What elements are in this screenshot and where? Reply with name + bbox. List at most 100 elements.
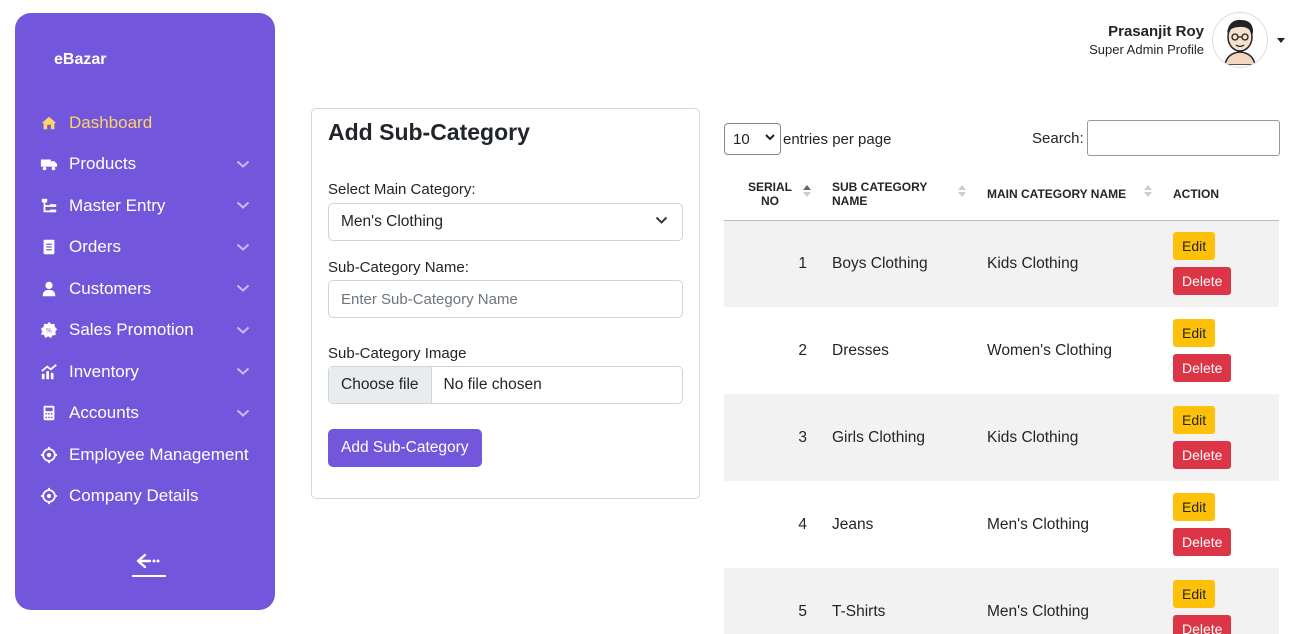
sort-icon [1144, 185, 1152, 197]
entries-control: 10 entries per page [724, 123, 891, 155]
sidebar-item-employee-management[interactable]: Employee Management [15, 434, 275, 476]
header-serial-label: Serial No [747, 179, 792, 208]
image-label: Sub-Category Image [328, 345, 467, 362]
chevron-down-icon [655, 216, 668, 224]
cell-sub-category: Jeans [832, 515, 874, 533]
brand-logo[interactable]: eBazar [54, 51, 106, 69]
sub-category-image-input[interactable]: Choose file No file chosen [328, 366, 683, 404]
sidebar-item-orders[interactable]: Orders [15, 227, 275, 269]
home-icon [39, 113, 59, 133]
sidebar-item-label: Accounts [69, 403, 139, 423]
cell-action: Edit Delete [1160, 307, 1279, 394]
chevron-down-icon [235, 198, 251, 214]
sidebar-item-label: Orders [69, 237, 121, 257]
column-header-main-category[interactable]: Main Category Name [974, 168, 1160, 221]
hierarchy-icon [39, 196, 59, 216]
main-category-label: Select Main Category: [328, 181, 476, 198]
cell-main-category: Women's Clothing [987, 341, 1113, 359]
user-profile[interactable]: Prasanjit Roy Super Admin Profile [1089, 12, 1286, 68]
collapse-sidebar-button[interactable] [131, 553, 167, 579]
profile-role: Super Admin Profile [1089, 42, 1204, 57]
sidebar-item-accounts[interactable]: Accounts [15, 393, 275, 435]
sidebar-item-dashboard[interactable]: Dashboard [15, 102, 275, 144]
delete-button[interactable]: Delete [1173, 615, 1232, 634]
chevron-down-icon [235, 281, 251, 297]
add-subcategory-button[interactable]: Add Sub-Category [328, 429, 482, 467]
cell-action: Edit Delete [1160, 481, 1279, 568]
truck-icon [39, 154, 59, 174]
subcategory-table: Serial No Sub Category Name Main Categor… [724, 168, 1279, 634]
cell-sub-category: Dresses [832, 341, 889, 359]
sidebar-item-label: Company Details [69, 486, 199, 506]
table-row: 3 Girls Clothing Kids Clothing Edit Delete [724, 394, 1279, 481]
avatar[interactable] [1212, 12, 1268, 68]
crosshair-icon [39, 445, 59, 465]
sidebar-item-label: Inventory [69, 361, 139, 381]
edit-button[interactable]: Edit [1173, 232, 1216, 261]
cell-serial: 5 [724, 568, 819, 634]
edit-button[interactable]: Edit [1173, 406, 1216, 434]
cell-main-category: Men's Clothing [974, 568, 1160, 634]
edit-button[interactable]: Edit [1173, 493, 1216, 521]
sidebar-item-master-entry[interactable]: Master Entry [15, 185, 275, 227]
main-category-value: Men's Clothing [341, 213, 444, 230]
entries-per-page-select[interactable]: 10 [724, 123, 781, 155]
column-header-serial[interactable]: Serial No [724, 168, 819, 221]
profile-dropdown-caret[interactable] [1276, 35, 1286, 45]
sidebar-item-products[interactable]: Products [15, 144, 275, 186]
cell-serial: 3 [724, 394, 819, 481]
table-row: 4 Jeans Men's Clothing Edit Delete [724, 481, 1279, 568]
table-search: Search: [1032, 120, 1280, 156]
sort-icon [958, 185, 966, 197]
sub-category-name-input[interactable]: Enter Sub-Category Name [328, 280, 683, 318]
avatar-face-icon [1224, 19, 1256, 65]
sidebar-item-sales-promotion[interactable]: % Sales Promotion [15, 310, 275, 352]
delete-button[interactable]: Delete [1173, 528, 1232, 556]
table-row: 2 Dresses Women's Clothing Edit Delete [724, 307, 1279, 394]
discount-badge-icon: % [39, 320, 59, 340]
cell-sub-category: Boys Clothing [819, 220, 974, 307]
delete-button[interactable]: Delete [1173, 267, 1232, 296]
sidebar: eBazar Dashboard Products Master Entry Orde… [15, 13, 275, 610]
calculator-icon [39, 403, 59, 423]
table-header-row: Serial No Sub Category Name Main Categor… [724, 168, 1279, 221]
cell-action: Edit Delete [1160, 394, 1279, 481]
profile-name: Prasanjit Roy [1108, 23, 1204, 40]
cell-main-category: Kids Clothing [974, 394, 1160, 481]
choose-file-button[interactable]: Choose file [329, 367, 432, 403]
sidebar-item-label: Sales Promotion [69, 320, 194, 340]
cell-main-category: Men's Clothing [987, 515, 1090, 533]
sidebar-item-label: Customers [69, 278, 152, 298]
arrow-left-icon [136, 553, 160, 569]
user-icon [39, 279, 59, 299]
column-header-action: Action [1160, 168, 1279, 221]
chevron-down-icon [235, 322, 251, 338]
sidebar-item-company-details[interactable]: Company Details [15, 476, 275, 518]
sidebar-item-label: Products [69, 154, 137, 174]
main-category-select[interactable]: Men's Clothing [328, 203, 683, 241]
search-label: Search: [1032, 129, 1084, 147]
sidebar-item-customers[interactable]: Customers [15, 268, 275, 310]
entries-label: entries per page [783, 130, 892, 148]
sidebar-item-label: Employee Management [69, 444, 249, 464]
svg-text:%: % [46, 328, 52, 335]
chevron-down-icon [235, 156, 251, 172]
search-input[interactable] [1086, 120, 1280, 156]
chevron-down-icon [235, 405, 251, 421]
header-sub-label: Sub Category Name [832, 179, 928, 208]
crosshair-icon [39, 486, 59, 506]
delete-button[interactable]: Delete [1173, 441, 1232, 469]
edit-button[interactable]: Edit [1173, 580, 1216, 608]
cell-action: Edit Delete [1160, 568, 1279, 634]
card-title: Add Sub-Category [328, 119, 530, 145]
sidebar-item-inventory[interactable]: Inventory [15, 351, 275, 393]
cell-serial: 4 [798, 515, 807, 533]
edit-button[interactable]: Edit [1173, 319, 1216, 347]
chevron-down-icon [235, 364, 251, 380]
cell-serial: 1 [724, 220, 819, 307]
delete-button[interactable]: Delete [1173, 354, 1232, 382]
column-header-sub-category[interactable]: Sub Category Name [819, 168, 974, 221]
cell-sub-category: Girls Clothing [819, 394, 974, 481]
cell-main-category: Kids Clothing [974, 220, 1160, 307]
caret-down-icon [1277, 37, 1285, 43]
